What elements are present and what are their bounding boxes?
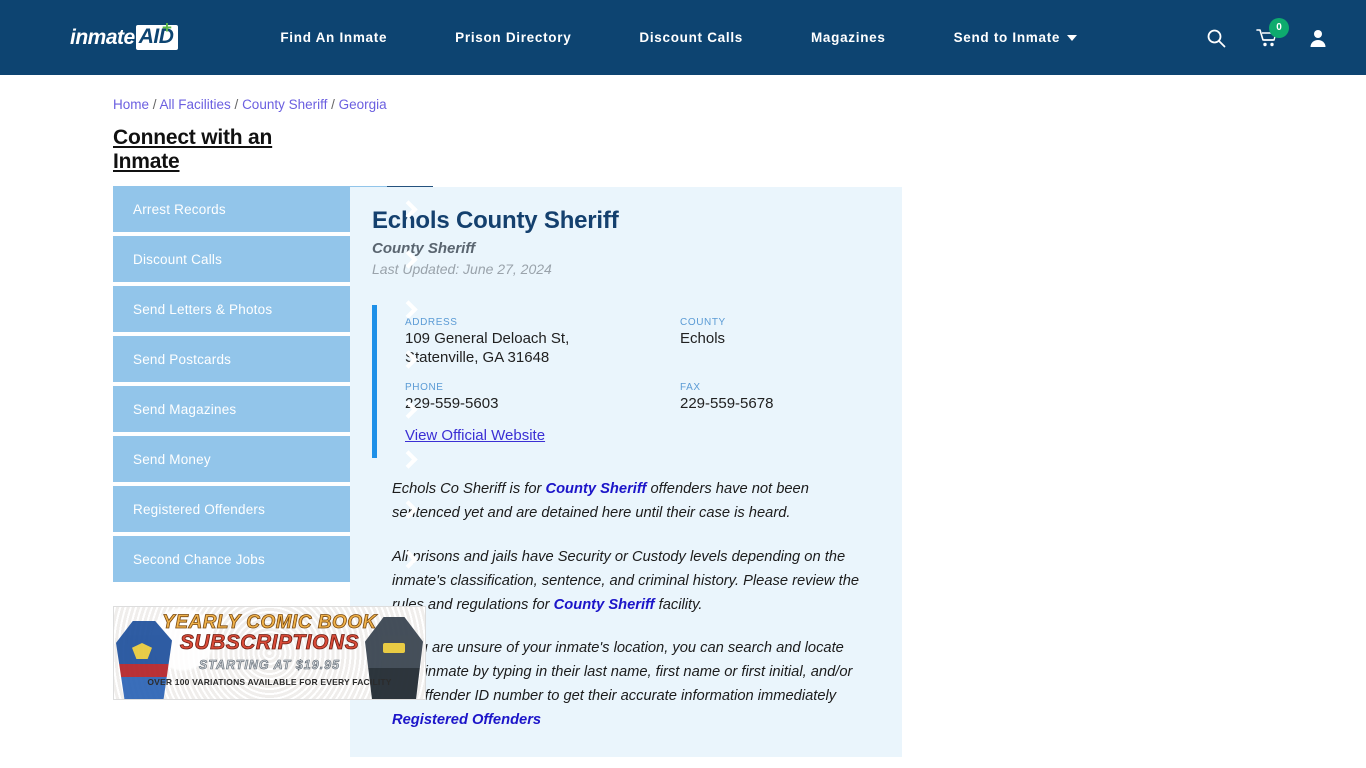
- breadcrumb-item-home[interactable]: Home: [113, 97, 149, 112]
- nav-item-discount-calls[interactable]: Discount Calls: [605, 30, 777, 45]
- breadcrumb-item-county-sheriff[interactable]: County Sheriff: [242, 97, 327, 112]
- paragraph-2-text-b: facility.: [654, 596, 703, 613]
- nav-item-magazines[interactable]: Magazines: [777, 30, 920, 45]
- comic-book-subscription-ad[interactable]: YEARLY COMIC BOOK SUBSCRIPTIONS STARTING…: [113, 606, 426, 700]
- phone-field: PHONE 229-559-5603: [405, 382, 680, 414]
- site-logo[interactable]: inmate AID +: [70, 19, 179, 53]
- facility-type: County Sheriff: [372, 240, 476, 257]
- sidebar-item-label: Send Postcards: [133, 351, 232, 367]
- chevron-down-icon: [1067, 34, 1078, 41]
- last-updated: Last Updated: June 27, 2024: [372, 261, 552, 277]
- facility-info-block: ADDRESS 109 General Deloach St, Statenvi…: [372, 305, 874, 459]
- paragraph-1-text-a: Echols Co Sheriff is for: [392, 481, 546, 498]
- county-field: COUNTY Echols: [680, 317, 874, 368]
- sidebar-item-label: Discount Calls: [133, 251, 223, 267]
- ad-note-line: OVER 100 VARIATIONS AVAILABLE FOR EVERY …: [147, 677, 392, 687]
- sidebar-title: Connect with an Inmate: [113, 126, 273, 173]
- ad-headline-line2: SUBSCRIPTIONS: [179, 631, 360, 654]
- facility-paragraph-2: All prisons and jails have Security or C…: [372, 546, 874, 617]
- cart-count-badge: 0: [1269, 17, 1289, 38]
- breadcrumb-separator: /: [230, 97, 243, 112]
- sidebar-item-label: Send Letters & Photos: [133, 301, 273, 317]
- page-title: Echols County Sheriff: [372, 207, 619, 234]
- registered-offenders-link[interactable]: Registered Offenders: [392, 709, 870, 733]
- county-value: Echols: [680, 330, 726, 347]
- address-label: ADDRESS: [405, 317, 458, 328]
- logo-plus-icon: +: [162, 17, 172, 37]
- phone-label: PHONE: [405, 381, 444, 393]
- sidebar-item-label: Send Money: [133, 451, 211, 467]
- paragraph-1-link[interactable]: County Sheriff: [545, 481, 646, 497]
- official-website-link[interactable]: View Official Website: [405, 427, 874, 444]
- address-line-1: 109 General Deloach St,: [405, 330, 570, 347]
- fax-label: FAX: [680, 381, 701, 393]
- breadcrumb-separator: /: [327, 97, 339, 112]
- sidebar-item-label: Registered Offenders: [133, 501, 266, 517]
- main-nav: Find An Inmate Prison Directory Discount…: [246, 30, 1184, 45]
- sidebar-item-label: Second Chance Jobs: [133, 551, 265, 567]
- address-field: ADDRESS 109 General Deloach St, Statenvi…: [405, 317, 680, 368]
- search-icon[interactable]: [1206, 28, 1226, 48]
- address-line-2: Statenville, GA 31648: [405, 348, 550, 366]
- facility-paragraph-3: If you are unsure of your inmate's locat…: [372, 637, 874, 732]
- page-body: Home / All Facilities / County Sheriff /…: [0, 75, 1366, 768]
- breadcrumb: Home / All Facilities / County Sheriff /…: [113, 85, 387, 120]
- fax-value: 229-559-5678: [680, 394, 774, 412]
- nav-item-send-to-inmate-label: Send to Inmate: [953, 30, 1061, 45]
- user-icon[interactable]: [1308, 28, 1328, 48]
- facility-paragraph-1: Echols Co Sheriff is for County Sheriff …: [372, 478, 874, 526]
- logo-word: inmate: [70, 25, 135, 49]
- ad-headline-line1: YEARLY COMIC BOOK: [162, 612, 377, 633]
- breadcrumb-separator: /: [149, 97, 160, 112]
- cart-icon[interactable]: 0: [1256, 17, 1289, 48]
- sidebar: Home / All Facilities / County Sheriff /…: [0, 75, 433, 768]
- fax-field: FAX 229-559-5678: [680, 382, 874, 414]
- main-content: Echols County Sheriff County Sheriff Las…: [350, 75, 904, 768]
- site-header: inmate AID + Find An Inmate Prison Direc…: [0, 0, 1366, 75]
- paragraph-3-text-a: If you are unsure of your inmate's locat…: [392, 640, 853, 704]
- county-label: COUNTY: [680, 317, 726, 328]
- facility-card: Echols County Sheriff County Sheriff Las…: [350, 187, 902, 757]
- breadcrumb-item-all-facilities[interactable]: All Facilities: [160, 97, 231, 112]
- nav-item-prison-directory[interactable]: Prison Directory: [421, 30, 605, 45]
- sidebar-item-label: Send Magazines: [133, 401, 237, 417]
- phone-value: 229-559-5603: [405, 394, 499, 412]
- nav-item-send-to-inmate[interactable]: Send to Inmate: [920, 30, 1112, 45]
- nav-item-find-an-inmate[interactable]: Find An Inmate: [246, 30, 421, 45]
- sidebar-item-label: Arrest Records: [133, 201, 226, 217]
- address-value: 109 General Deloach St, Statenville, GA …: [405, 330, 680, 368]
- header-icons: 0: [1206, 17, 1342, 48]
- paragraph-2-link[interactable]: County Sheriff: [554, 597, 655, 613]
- ad-price-line: STARTING AT $19.95: [198, 658, 341, 673]
